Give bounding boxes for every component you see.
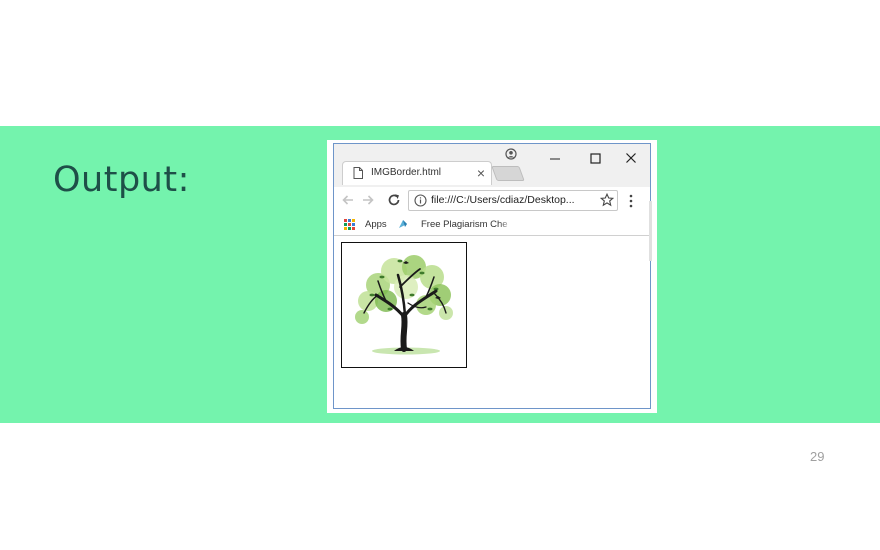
- arrow-right-icon[interactable]: [360, 192, 376, 208]
- url-text: file:///C:/Users/cdiaz/Desktop...: [431, 194, 575, 206]
- browser-window: IMGBorder.html × file:///C:/Users/cdiaz/…: [333, 143, 652, 409]
- vertical-dots-icon[interactable]: [628, 193, 634, 209]
- site-favicon: [399, 220, 407, 228]
- tab-title: IMGBorder.html: [371, 167, 442, 178]
- page-icon: [353, 167, 363, 179]
- tab-imgborder[interactable]: IMGBorder.html ×: [342, 161, 492, 185]
- close-icon[interactable]: ×: [474, 164, 488, 182]
- arrow-left-icon[interactable]: [340, 192, 356, 208]
- bookmark-fade: [499, 216, 513, 232]
- reload-icon[interactable]: [386, 192, 402, 208]
- bookmarks-bar: Apps Free Plagiarism Che: [334, 214, 650, 236]
- browser-screenshot: IMGBorder.html × file:///C:/Users/cdiaz/…: [327, 140, 657, 413]
- slide-number: 29: [810, 449, 825, 464]
- window-close-icon[interactable]: [619, 147, 643, 167]
- bordered-image: [341, 242, 467, 368]
- bookmark-apps[interactable]: Apps: [365, 219, 387, 230]
- profile-icon[interactable]: [499, 146, 523, 166]
- minimize-icon[interactable]: [543, 147, 567, 167]
- browser-toolbar: file:///C:/Users/cdiaz/Desktop...: [334, 187, 650, 214]
- info-icon[interactable]: [414, 194, 427, 207]
- title-bar: IMGBorder.html ×: [334, 144, 650, 187]
- tree-icon: [355, 255, 453, 355]
- new-tab-button[interactable]: [491, 166, 525, 181]
- address-bar[interactable]: file:///C:/Users/cdiaz/Desktop...: [408, 190, 618, 211]
- star-icon[interactable]: [600, 193, 614, 207]
- apps-grid-icon[interactable]: [344, 219, 355, 230]
- slide-heading: Output:: [53, 160, 190, 200]
- scrollbar-edge: [649, 201, 652, 261]
- maximize-icon[interactable]: [583, 147, 607, 167]
- page-viewport: [334, 237, 650, 408]
- bookmark-free-plagiarism[interactable]: Free Plagiarism Che: [421, 219, 511, 230]
